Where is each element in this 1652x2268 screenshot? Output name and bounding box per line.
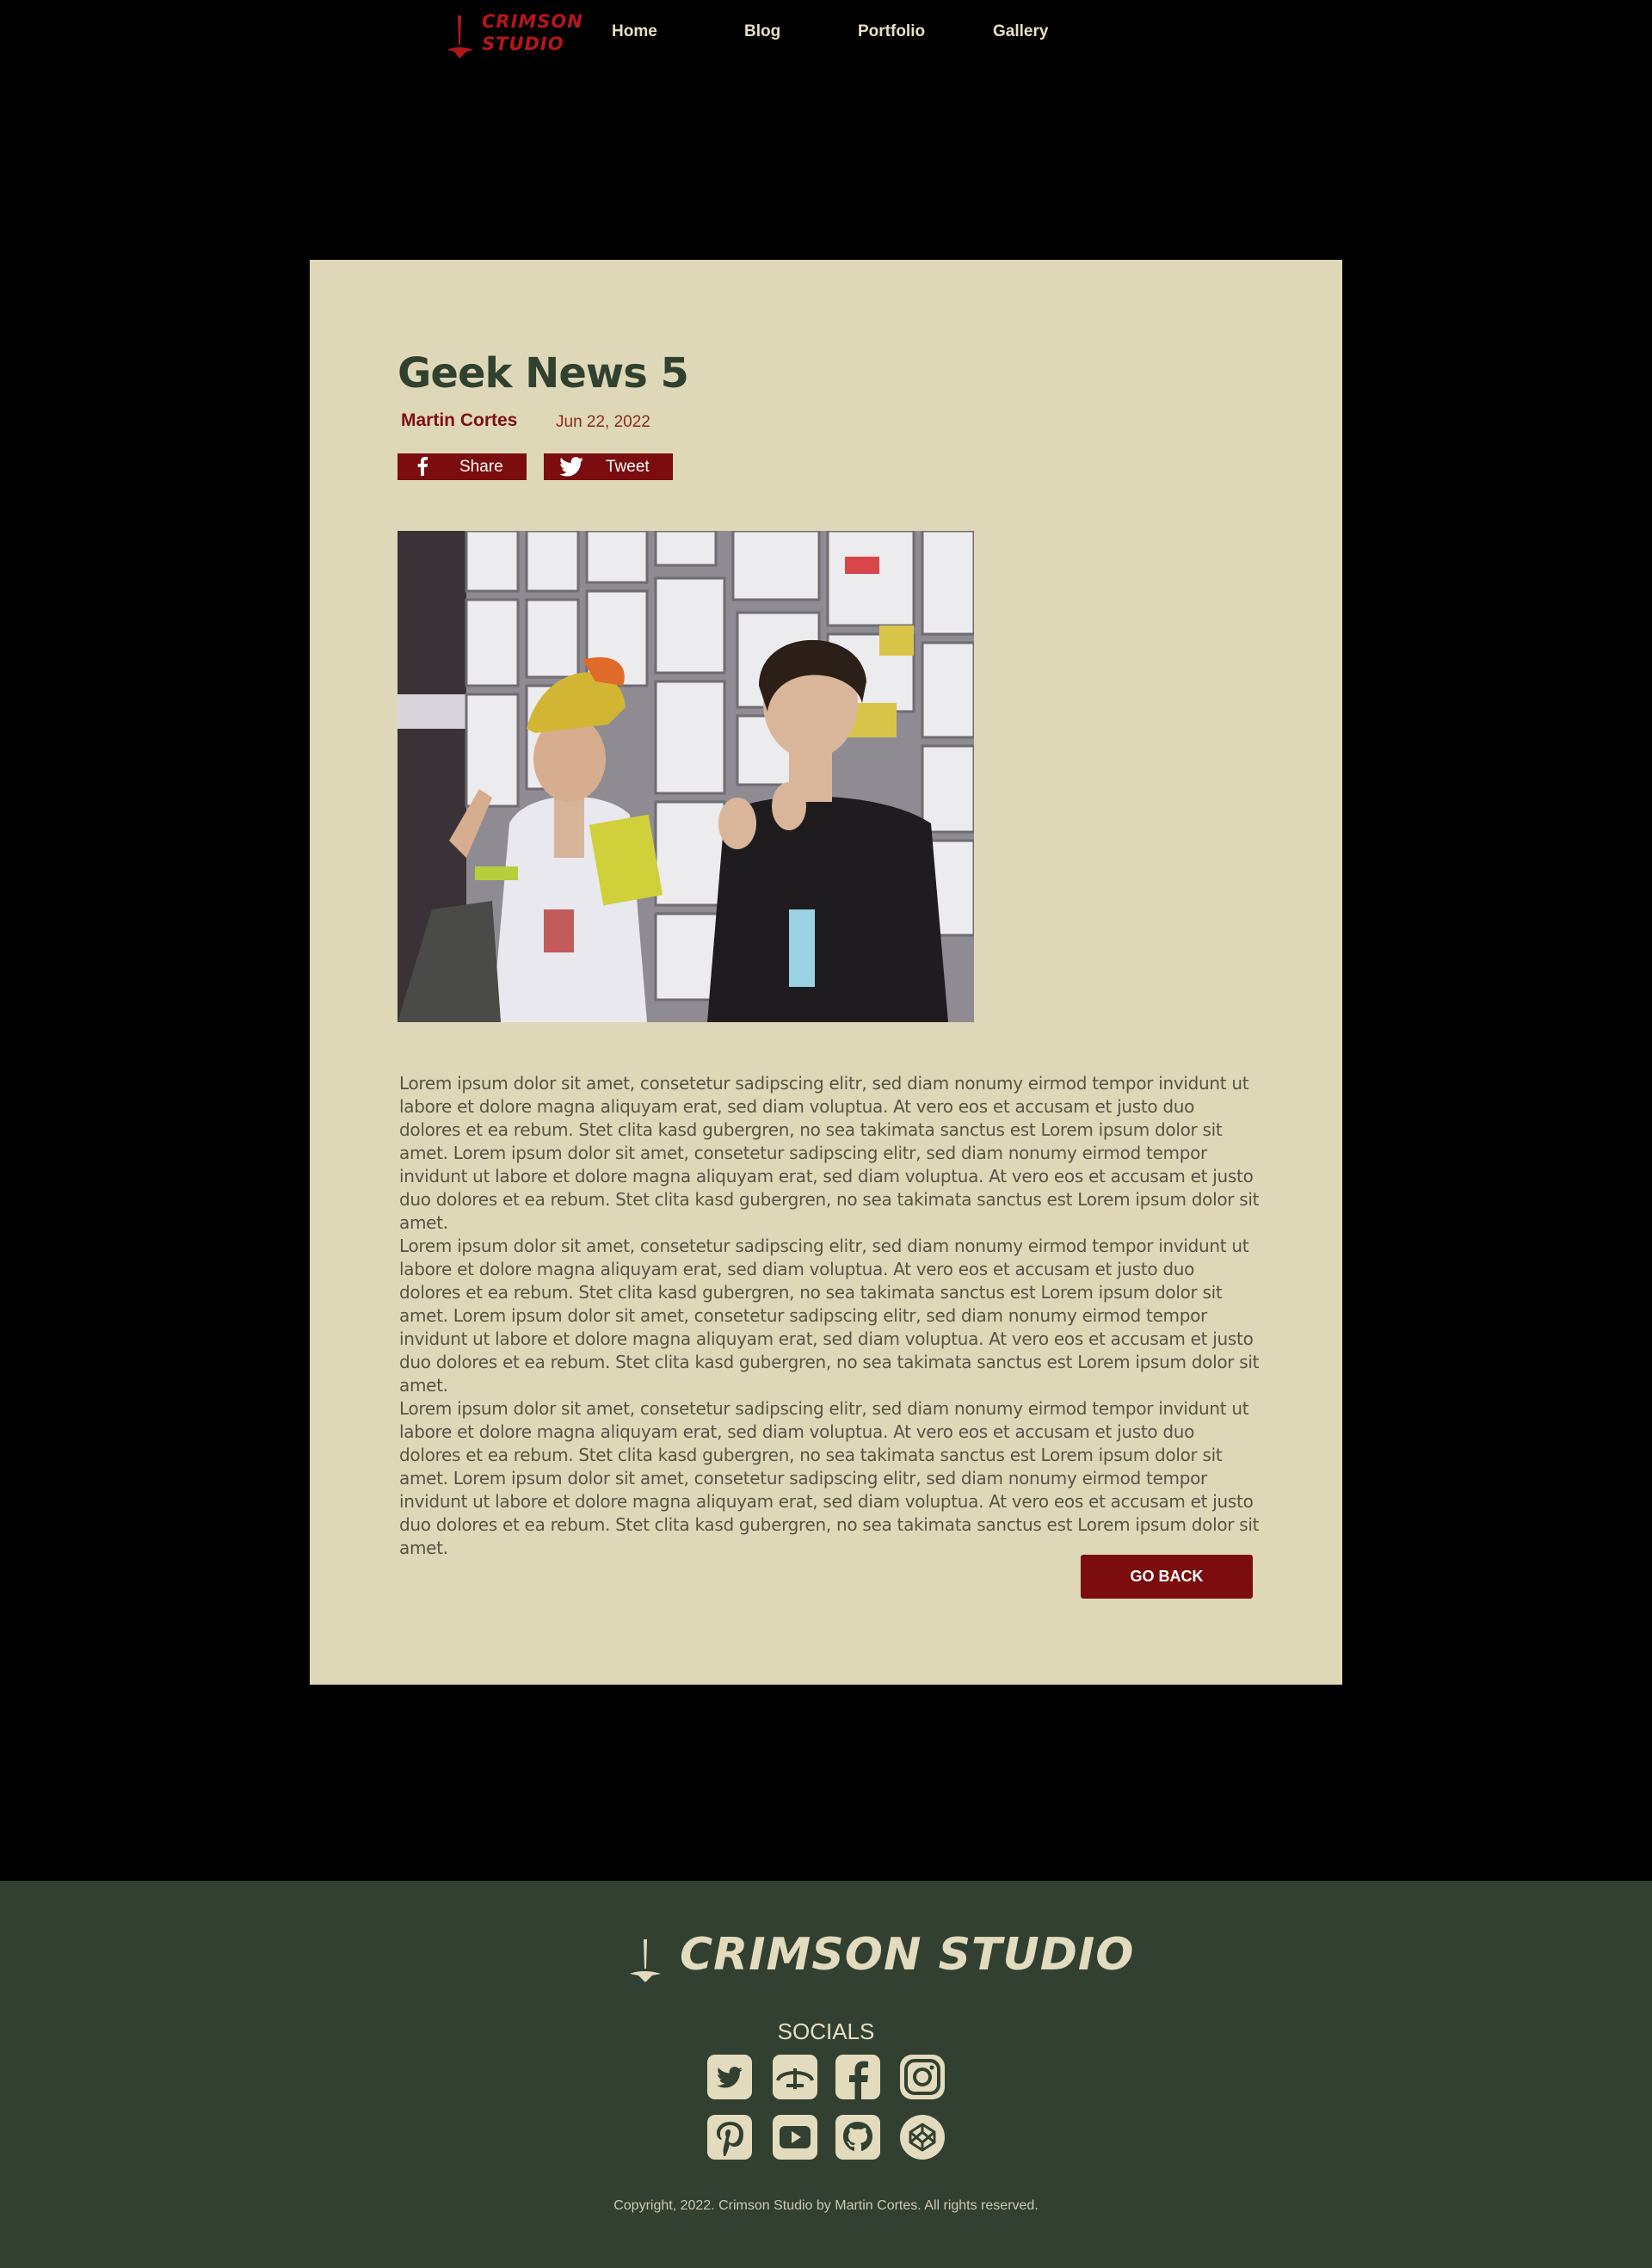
share-label: Share (459, 458, 503, 476)
instagram-icon[interactable] (900, 2055, 945, 2099)
logo-line-2: STUDIO (482, 34, 564, 54)
article-title: Geek News 5 (398, 349, 689, 398)
twitter-bird-icon (559, 457, 583, 477)
go-back-button[interactable]: GO BACK (1081, 1555, 1253, 1599)
logo-line-1: CRIMSON (482, 11, 583, 32)
article-paragraph-3: Lorem ipsum dolor sit amet, consetetur s… (399, 1398, 1260, 1558)
article-body: Lorem ipsum dolor sit amet, consetetur s… (399, 1072, 1260, 1560)
article-photo (398, 531, 974, 1022)
twitter-icon[interactable] (707, 2055, 752, 2099)
deviantart-icon[interactable] (773, 2055, 817, 2099)
socials-heading: SOCIALS (777, 2018, 875, 2044)
copyright-text: Copyright, 2022. Crimson Studio by Marti… (613, 2198, 1039, 2213)
nav-gallery-link[interactable]: Gallery (993, 22, 1048, 41)
facebook-icon[interactable] (835, 2055, 880, 2099)
facebook-f-icon (417, 457, 428, 476)
article-paragraph-1: Lorem ipsum dolor sit amet, consetetur s… (399, 1073, 1260, 1233)
article-card: Geek News 5 Martin Cortes Jun 22, 2022 S… (310, 260, 1342, 1685)
facebook-share-button[interactable]: Share (398, 453, 527, 480)
convention-photo-image (398, 531, 974, 1022)
top-nav: CRIMSON STUDIO Home Blog Portfolio Galle… (0, 0, 1652, 69)
github-icon[interactable] (835, 2115, 880, 2160)
article-paragraph-2: Lorem ipsum dolor sit amet, consetetur s… (399, 1236, 1260, 1396)
article-author[interactable]: Martin Cortes (401, 410, 517, 431)
tweet-label: Tweet (606, 458, 650, 476)
nav-portfolio-link[interactable]: Portfolio (858, 22, 925, 41)
codepen-icon[interactable] (900, 2115, 945, 2160)
pinterest-icon[interactable] (707, 2115, 752, 2160)
twitter-tweet-button[interactable]: Tweet (544, 453, 673, 480)
footer-logo[interactable]: CRIMSON STUDIO (628, 1929, 1133, 1989)
nav-home-link[interactable]: Home (612, 22, 657, 41)
sword-logo-icon (630, 1939, 661, 1982)
article-date: Jun 22, 2022 (556, 413, 650, 431)
crimson-studio-logo[interactable]: CRIMSON STUDIO (446, 10, 583, 59)
nav-blog-link[interactable]: Blog (744, 22, 780, 41)
footer-logo-text: CRIMSON STUDIO (680, 1929, 1135, 1981)
site-footer: CRIMSON STUDIO SOCIALS Copyright, 2022. … (0, 1881, 1652, 2268)
youtube-icon[interactable] (773, 2115, 817, 2160)
sword-logo-icon (447, 15, 473, 59)
